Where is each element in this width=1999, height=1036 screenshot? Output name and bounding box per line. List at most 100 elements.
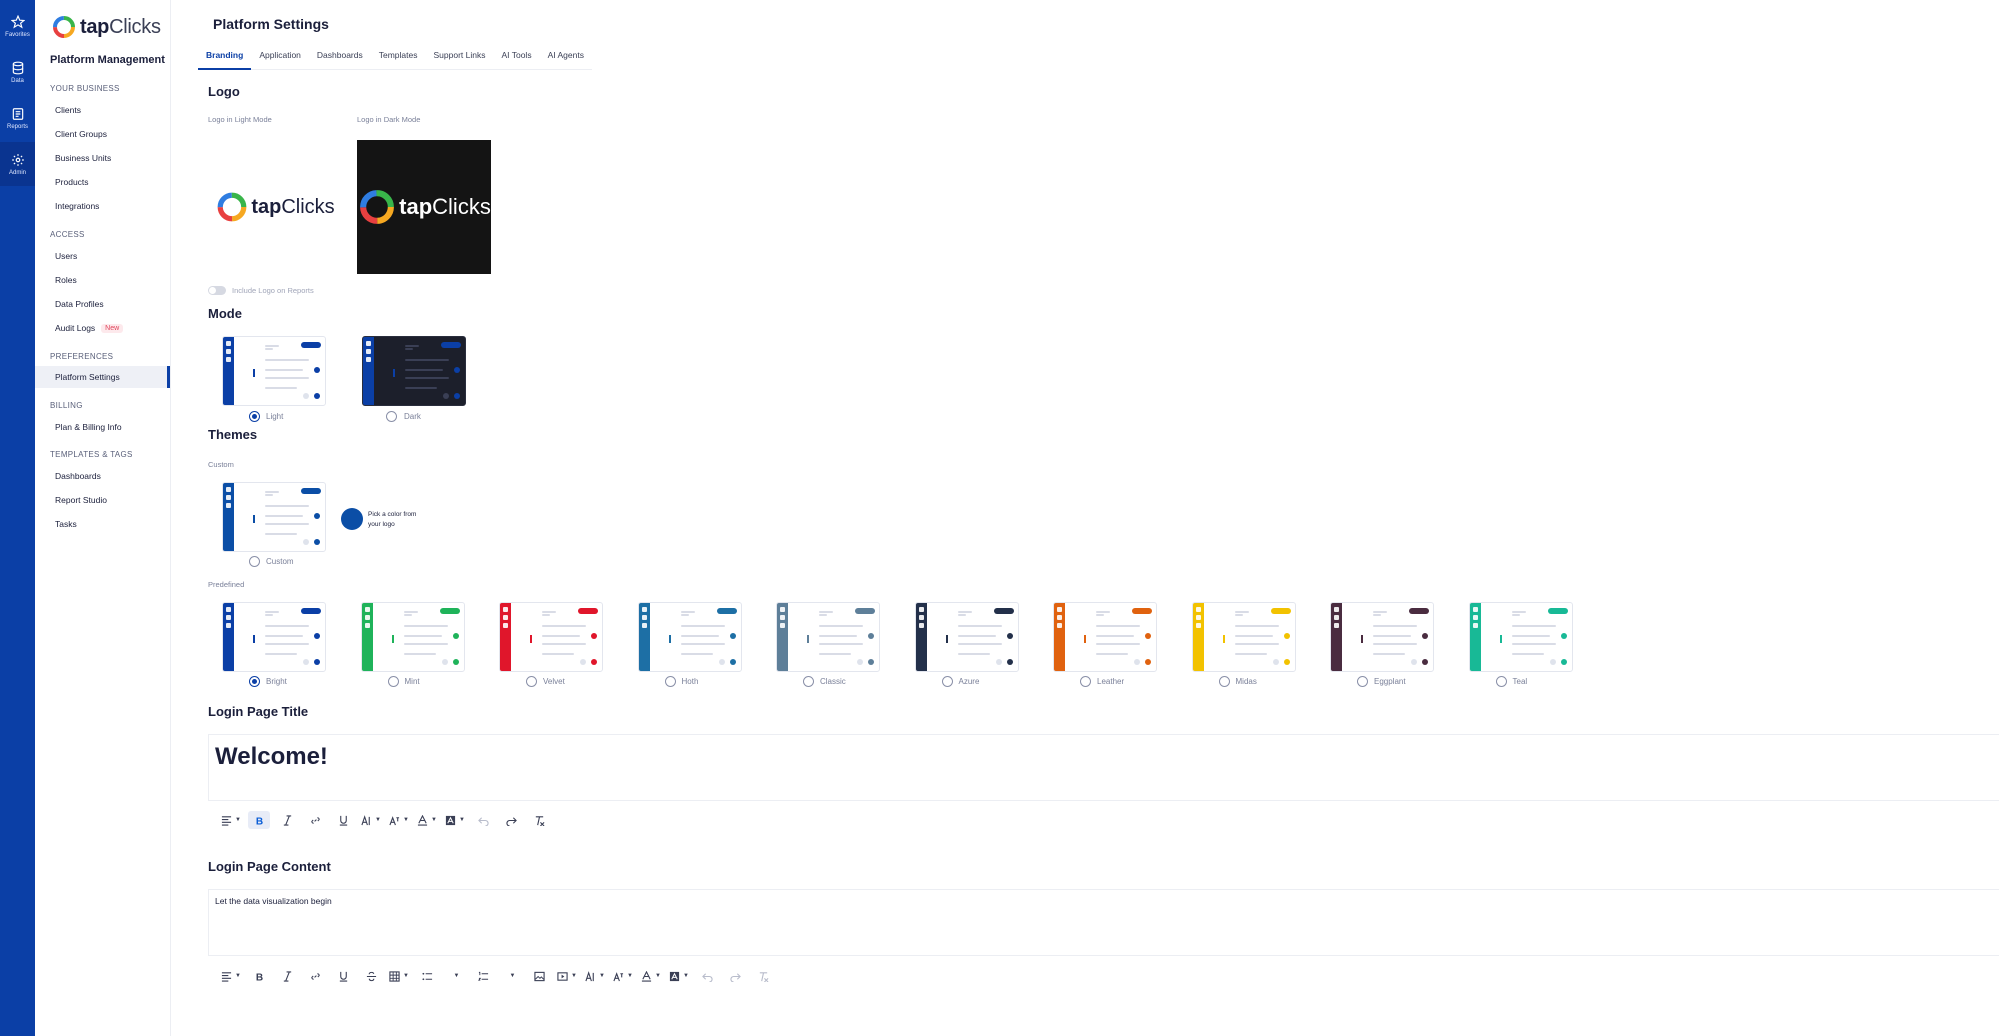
font-size-button[interactable]: ▼ [360, 811, 382, 829]
italic-button[interactable] [276, 967, 298, 985]
bold-button[interactable]: B [248, 967, 270, 985]
theme-radio-teal[interactable] [1495, 676, 1507, 687]
custom-theme-radio[interactable] [249, 556, 260, 567]
sidebar-item-tasks[interactable]: Tasks [35, 513, 170, 535]
theme-preview-eggplant[interactable] [1330, 602, 1434, 672]
link-button[interactable] [304, 967, 326, 985]
underline-button[interactable] [332, 967, 354, 985]
sidebar-item-report-studio[interactable]: Report Studio [35, 489, 170, 511]
preview-line [957, 611, 972, 613]
login-content-editor[interactable]: Let the data visualization begin [208, 889, 1999, 956]
sidebar-item-platform-settings[interactable]: Platform Settings [35, 366, 170, 388]
redo-button[interactable] [500, 811, 522, 829]
link-button[interactable] [304, 811, 326, 829]
align-button[interactable]: ▼ [220, 811, 242, 829]
text-color-button[interactable]: ▼ [416, 811, 438, 829]
theme-preview-bright[interactable] [222, 602, 326, 672]
theme-preview-teal[interactable] [1468, 602, 1573, 672]
preview-sidebar [500, 603, 511, 671]
custom-theme-preview[interactable] [222, 482, 326, 552]
align-button[interactable]: ▼ [220, 967, 242, 985]
tab-dashboards[interactable]: Dashboards [309, 50, 371, 70]
logo-light-upload[interactable]: tapClicks [208, 140, 342, 274]
tab-ai-tools[interactable]: AI Tools [493, 50, 539, 70]
mode-light-preview[interactable] [222, 336, 326, 406]
tab-ai-agents[interactable]: AI Agents [540, 50, 592, 70]
tab-support-links[interactable]: Support Links [426, 50, 494, 70]
italic-button[interactable] [276, 811, 298, 829]
logo-dark-upload[interactable]: tapClicks [357, 140, 491, 274]
rail-favorites[interactable]: Favorites [0, 4, 35, 48]
theme-preview-leather[interactable] [1053, 602, 1157, 672]
highlight-button[interactable]: ▼ [444, 811, 466, 829]
media-button[interactable]: ▼ [556, 967, 578, 985]
font-size-button[interactable]: ▼ [584, 967, 606, 985]
login-content-text[interactable]: Let the data visualization begin [209, 890, 1999, 912]
theme-radio-velvet[interactable] [526, 676, 537, 687]
login-title-editor[interactable]: Welcome! [208, 734, 1999, 801]
bullet-list-dropdown[interactable]: ▼ [444, 967, 466, 985]
theme-preview-midas[interactable] [1191, 602, 1296, 672]
sidebar-item-products[interactable]: Products [35, 171, 170, 193]
mode-light-radio[interactable] [249, 411, 260, 422]
theme-preview-classic[interactable] [776, 602, 880, 672]
preview-line [1234, 625, 1279, 627]
clear-format-button[interactable] [752, 967, 774, 985]
undo-button[interactable] [696, 967, 718, 985]
rail-reports[interactable]: Reports [0, 96, 35, 140]
rail-data[interactable]: Data [0, 50, 35, 94]
preview-line [957, 653, 990, 655]
numbered-list-dropdown[interactable]: ▼ [500, 967, 522, 985]
rail-admin[interactable]: Admin [0, 142, 35, 186]
sidebar-item-client-groups[interactable]: Client Groups [35, 123, 170, 145]
bold-button[interactable]: B [248, 811, 270, 829]
underline-button[interactable] [332, 811, 354, 829]
highlight-button[interactable]: ▼ [668, 967, 690, 985]
sidebar-item-dashboards[interactable]: Dashboards [35, 465, 170, 487]
undo-button[interactable] [472, 811, 494, 829]
preview-tick [1499, 635, 1502, 643]
custom-color-swatch[interactable] [341, 508, 363, 530]
theme-radio-bright[interactable] [249, 676, 260, 687]
tab-branding[interactable]: Branding [198, 50, 252, 70]
sidebar-item-audit-logs[interactable]: Audit Logs New [35, 317, 170, 339]
theme-preview-azure[interactable] [914, 602, 1019, 672]
bullet-list-button[interactable] [416, 967, 438, 985]
mode-dark-preview[interactable] [362, 336, 466, 406]
text-color-button[interactable]: ▼ [640, 967, 662, 985]
sidebar-item-roles[interactable]: Roles [35, 269, 170, 291]
sidebar-item-users[interactable]: Users [35, 245, 170, 267]
theme-preview-hoth[interactable] [637, 602, 742, 672]
preview-line [265, 611, 279, 613]
mode-dark-radio[interactable] [386, 411, 397, 422]
tab-application[interactable]: Application [251, 50, 309, 70]
tab-templates[interactable]: Templates [371, 50, 426, 70]
section-billing: BILLING [50, 401, 83, 410]
brand-logo[interactable]: tapClicks [51, 14, 161, 40]
redo-button[interactable] [724, 967, 746, 985]
clear-format-button[interactable] [528, 811, 550, 829]
login-title-text[interactable]: Welcome! [209, 735, 1999, 779]
strikethrough-button[interactable] [360, 967, 382, 985]
theme-radio-mint[interactable] [387, 676, 399, 687]
theme-radio-eggplant[interactable] [1357, 676, 1368, 687]
font-family-button[interactable]: ▼ [612, 967, 634, 985]
sidebar-item-plan-billing[interactable]: Plan & Billing Info [35, 416, 170, 438]
sidebar-item-data-profiles[interactable]: Data Profiles [35, 293, 170, 315]
theme-radio-midas[interactable] [1218, 676, 1230, 687]
theme-radio-leather[interactable] [1080, 676, 1091, 687]
numbered-list-button[interactable] [472, 967, 494, 985]
table-button[interactable]: ▼ [388, 967, 410, 985]
theme-radio-classic[interactable] [803, 676, 814, 687]
sidebar-item-business-units[interactable]: Business Units [35, 147, 170, 169]
include-logo-toggle[interactable] [208, 286, 226, 295]
sidebar-item-clients[interactable]: Clients [35, 99, 170, 121]
theme-radio-hoth[interactable] [664, 676, 676, 687]
image-button[interactable] [528, 967, 550, 985]
sidebar-item-integrations[interactable]: Integrations [35, 195, 170, 217]
theme-radio-azure[interactable] [941, 676, 953, 687]
font-family-button[interactable]: ▼ [388, 811, 410, 829]
theme-preview-velvet[interactable] [499, 602, 603, 672]
preview-tick [253, 369, 255, 377]
theme-preview-mint[interactable] [360, 602, 465, 672]
